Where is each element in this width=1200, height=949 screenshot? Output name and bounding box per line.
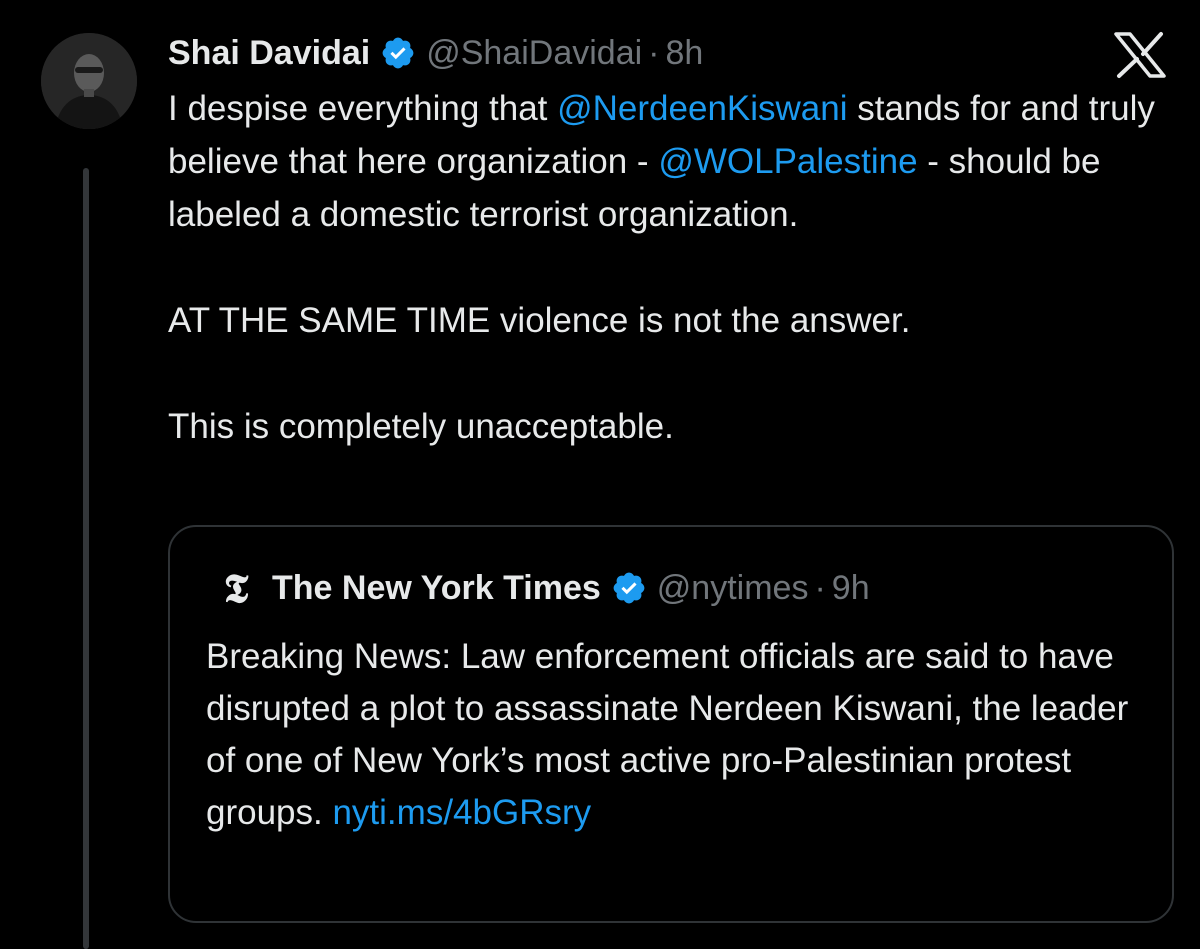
tweet-content: Shai Davidai @ShaiDavidai · 8h I despise… [168, 28, 1178, 453]
quoted-tweet-timestamp[interactable]: 9h [832, 569, 870, 608]
header-separator: · [648, 33, 660, 72]
quoted-author-handle[interactable]: @nytimes [657, 569, 809, 608]
quoted-tweet-body: Breaking News: Law enforcement officials… [206, 631, 1136, 839]
header-separator: · [814, 568, 826, 607]
avatar-photo-icon [41, 33, 137, 129]
quoted-tweet-card[interactable]: 𝕿 The New York Times @nytimes · 9h Break… [168, 525, 1174, 923]
author-name[interactable]: Shai Davidai [168, 34, 370, 73]
tweet-text-part: I despise everything that [168, 89, 558, 128]
author-avatar[interactable] [41, 33, 137, 129]
author-handle[interactable]: @ShaiDavidai [426, 34, 642, 73]
thread-connector-line [83, 168, 89, 949]
tweet-paragraph: This is completely unacceptable. [168, 407, 674, 446]
quoted-author-name[interactable]: The New York Times [272, 569, 601, 608]
mention-link[interactable]: @NerdeenKiswani [557, 89, 847, 128]
verified-badge-icon[interactable] [611, 570, 647, 606]
quoted-tweet-header: 𝕿 The New York Times @nytimes · 9h [218, 563, 870, 613]
nyt-logo-icon[interactable]: 𝕿 [218, 565, 254, 612]
tweet-timestamp[interactable]: 8h [665, 34, 703, 73]
verified-badge-icon[interactable] [380, 35, 416, 71]
tweet-paragraph: AT THE SAME TIME violence is not the ans… [168, 301, 911, 340]
article-link[interactable]: nyti.ms/4bGRsry [332, 793, 591, 832]
mention-link[interactable]: @WOLPalestine [658, 142, 917, 181]
tweet-header: Shai Davidai @ShaiDavidai · 8h [168, 28, 1178, 78]
tweet-body: I despise everything that @NerdeenKiswan… [168, 82, 1178, 453]
tweet[interactable]: Shai Davidai @ShaiDavidai · 8h I despise… [0, 0, 1200, 949]
